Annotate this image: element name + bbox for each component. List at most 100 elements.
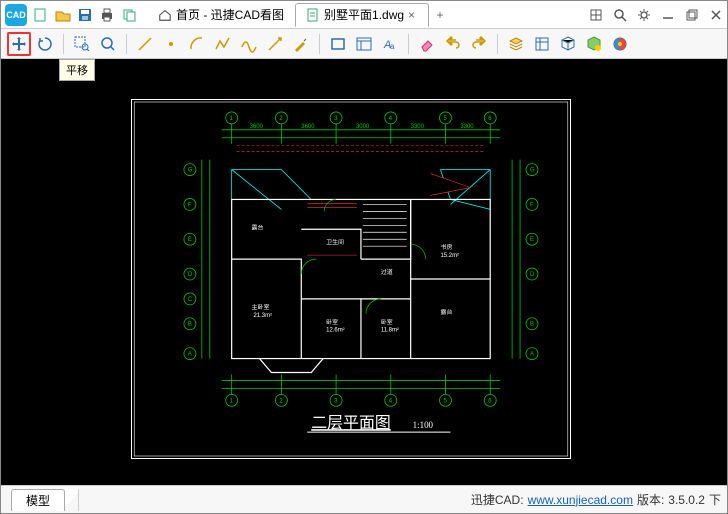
svg-text:5: 5 [443,398,447,404]
svg-text:3300: 3300 [460,124,474,130]
svg-text:D: D [188,272,193,278]
drawing-title: 二层平面图 [311,415,391,432]
floor-plan: 1 2 3 4 5 6 3600 3600 3000 3 [132,100,570,458]
svg-text:3300: 3300 [411,124,425,130]
svg-text:3: 3 [334,116,338,122]
svg-text:1: 1 [230,116,234,122]
props-button[interactable] [530,32,554,56]
main-toolbar: Aa [1,29,727,59]
polyline-tool[interactable] [211,32,235,56]
expand-icon[interactable] [589,8,603,22]
add-tab-button[interactable]: + [429,8,451,22]
point-tool[interactable] [159,32,183,56]
redo-button[interactable] [467,32,491,56]
print-icon[interactable] [99,7,115,23]
pen-tool[interactable] [289,32,313,56]
drawing-canvas[interactable]: 1 2 3 4 5 6 3600 3600 3000 3 [1,59,727,485]
copy-icon[interactable] [121,7,137,23]
app-logo: CAD [5,4,27,26]
svg-text:3000: 3000 [356,124,370,130]
status-right: 迅捷CAD: www.xunjiecad.com 版本: 3.5.0.2 下 [471,491,721,508]
quick-access-toolbar [33,7,137,23]
tab-file-label: 别墅平面1.dwg [324,6,404,23]
svg-text:D: D [530,272,535,278]
svg-text:C: C [188,297,193,303]
svg-text:A: A [530,352,534,358]
pan-button[interactable] [7,32,31,56]
minimize-icon[interactable] [661,8,675,22]
save-icon[interactable] [77,7,93,23]
svg-text:6: 6 [488,116,492,122]
svg-text:A: A [188,352,192,358]
separator [63,34,64,54]
model-tab[interactable]: 模型 [11,489,65,511]
window-controls [589,8,723,22]
svg-text:露台: 露台 [441,308,453,316]
svg-text:B: B [188,322,192,328]
open-icon[interactable] [55,7,71,23]
titlebar: CAD 首页 - 迅捷CAD看图 别墅平面1.dwg × + [1,1,727,29]
statusbar: 模型 迅捷CAD: www.xunjiecad.com 版本: 3.5.0.2 … [1,485,727,513]
tooltip: 平移 [59,59,95,81]
svg-text:过道: 过道 [381,268,393,276]
separator [126,34,127,54]
window-tool[interactable] [352,32,376,56]
close-window-icon[interactable] [709,8,723,22]
zoom-extents-button[interactable] [96,32,120,56]
separator [408,34,409,54]
gear-icon[interactable] [637,8,651,22]
insert-button[interactable] [582,32,606,56]
tab-slope [65,489,79,511]
svg-text:6: 6 [488,398,492,404]
svg-text:卧室: 卧室 [381,318,393,326]
ray-tool[interactable] [263,32,287,56]
svg-text:E: E [188,237,192,243]
dl-label: 下 [709,491,721,508]
separator [497,34,498,54]
cad-file-icon [306,8,320,22]
svg-text:12.6m²: 12.6m² [326,328,345,334]
svg-text:2: 2 [279,398,283,404]
tab-file[interactable]: 别墅平面1.dwg × [295,3,429,27]
home-icon [158,8,172,22]
svg-text:15.2m²: 15.2m² [441,253,460,259]
svg-text:B: B [530,322,534,328]
tab-home-label: 首页 - 迅捷CAD看图 [176,6,284,23]
blocks-button[interactable] [556,32,580,56]
svg-text:4: 4 [389,398,393,404]
rect-tool[interactable] [326,32,350,56]
restore-icon[interactable] [685,8,699,22]
svg-text:5: 5 [443,116,447,122]
drawing-frame: 1 2 3 4 5 6 3600 3600 3000 3 [131,99,571,459]
svg-text:G: G [188,168,193,174]
color-button[interactable] [608,32,632,56]
svg-text:G: G [530,168,535,174]
svg-text:露台: 露台 [252,223,264,231]
svg-text:1: 1 [230,398,234,404]
svg-text:3600: 3600 [250,124,264,130]
svg-text:11.8m²: 11.8m² [381,328,399,334]
svg-text:书房: 书房 [441,243,453,251]
svg-text:4: 4 [389,116,393,122]
arc-tool[interactable] [185,32,209,56]
version-value: 3.5.0.2 [668,493,705,507]
svg-text:1:100: 1:100 [413,420,434,430]
svg-text:卧室: 卧室 [326,318,338,326]
svg-text:F: F [530,202,534,208]
line-tool[interactable] [133,32,157,56]
erase-tool[interactable] [415,32,439,56]
search-icon[interactable] [613,8,627,22]
svg-text:卫生间: 卫生间 [326,238,344,246]
svg-text:E: E [530,237,534,243]
undo-button[interactable] [441,32,465,56]
new-icon[interactable] [33,7,49,23]
svg-text:2: 2 [279,116,283,122]
text-tool[interactable]: Aa [378,32,402,56]
layers-button[interactable] [504,32,528,56]
spline-tool[interactable] [237,32,261,56]
rotate-button[interactable] [33,32,57,56]
brand-link[interactable]: www.xunjiecad.com [528,493,633,507]
close-tab-icon[interactable]: × [408,8,418,22]
zoom-window-button[interactable] [70,32,94,56]
tab-home[interactable]: 首页 - 迅捷CAD看图 [147,3,295,27]
